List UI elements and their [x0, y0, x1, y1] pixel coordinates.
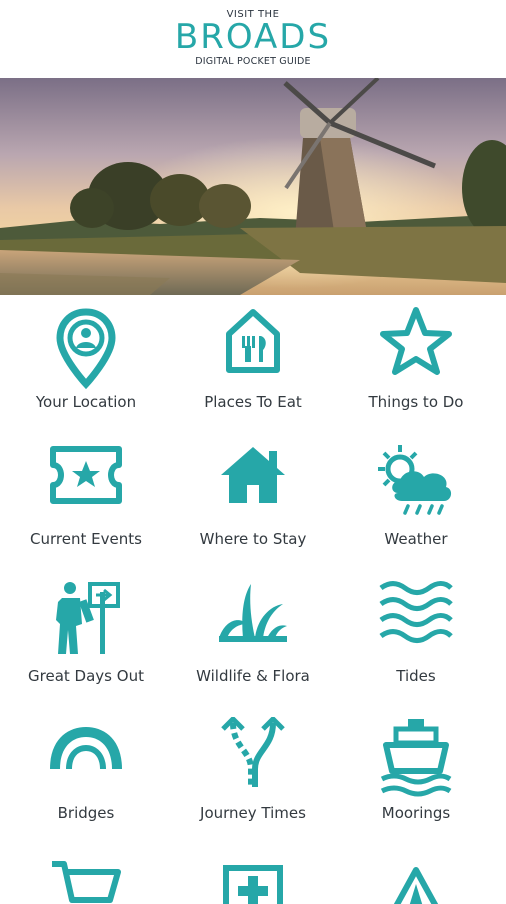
waves-icon	[379, 581, 453, 643]
weather-icon	[378, 445, 452, 515]
menu-bridges[interactable]: Bridges	[2, 707, 170, 844]
menu-label: Wildlife & Flora	[196, 667, 310, 685]
location-pin-icon	[56, 308, 116, 390]
menu-tides[interactable]: Tides	[332, 570, 500, 707]
ticket-icon	[50, 446, 122, 504]
menu-label: Bridges	[57, 804, 115, 822]
menu-label: Journey Times	[200, 804, 306, 822]
menu-where-to-stay[interactable]: Where to Stay	[169, 433, 337, 570]
menu-places-to-eat[interactable]: Places To Eat	[169, 296, 337, 433]
menu-moorings[interactable]: Moorings	[332, 707, 500, 844]
menu-label: Great Days Out	[28, 667, 144, 685]
menu-great-days-out[interactable]: Great Days Out	[2, 570, 170, 707]
cart-icon	[52, 861, 121, 903]
menu-label: Where to Stay	[199, 530, 307, 548]
reeds-icon	[219, 584, 287, 642]
menu-label: Your Location	[35, 393, 137, 411]
house-icon	[221, 447, 285, 503]
menu-label: Things to Do	[368, 393, 464, 411]
tent-icon	[393, 867, 439, 904]
bridge-icon	[50, 727, 122, 769]
menu-label: Current Events	[30, 530, 142, 548]
star-icon	[380, 307, 452, 375]
menu-shop[interactable]	[2, 844, 170, 904]
route-icon	[221, 717, 285, 787]
menu-current-events[interactable]: Current Events	[2, 433, 170, 570]
menu-things-to-do[interactable]: Things to Do	[332, 296, 500, 433]
app-header: VISIT THE BROADS DIGITAL POCKET GUIDE	[0, 0, 506, 78]
first-aid-icon	[223, 865, 283, 904]
menu-camping[interactable]	[332, 844, 500, 904]
hero-image-windmill	[0, 78, 506, 295]
menu-label: Weather	[384, 530, 448, 548]
menu-label: Moorings	[381, 804, 451, 822]
header-title: BROADS	[174, 17, 332, 57]
menu-your-location[interactable]: Your Location	[2, 296, 170, 433]
walker-signpost-icon	[56, 582, 120, 654]
header-subtitle: DIGITAL POCKET GUIDE	[195, 56, 311, 67]
menu-label: Tides	[396, 667, 436, 685]
menu-health[interactable]	[169, 844, 337, 904]
menu-journey-times[interactable]: Journey Times	[169, 707, 337, 844]
menu-weather[interactable]: Weather	[332, 433, 500, 570]
boat-icon	[380, 719, 452, 797]
menu-label: Places To Eat	[204, 393, 302, 411]
cutlery-house-icon	[226, 309, 280, 373]
menu-wildlife-flora[interactable]: Wildlife & Flora	[169, 570, 337, 707]
